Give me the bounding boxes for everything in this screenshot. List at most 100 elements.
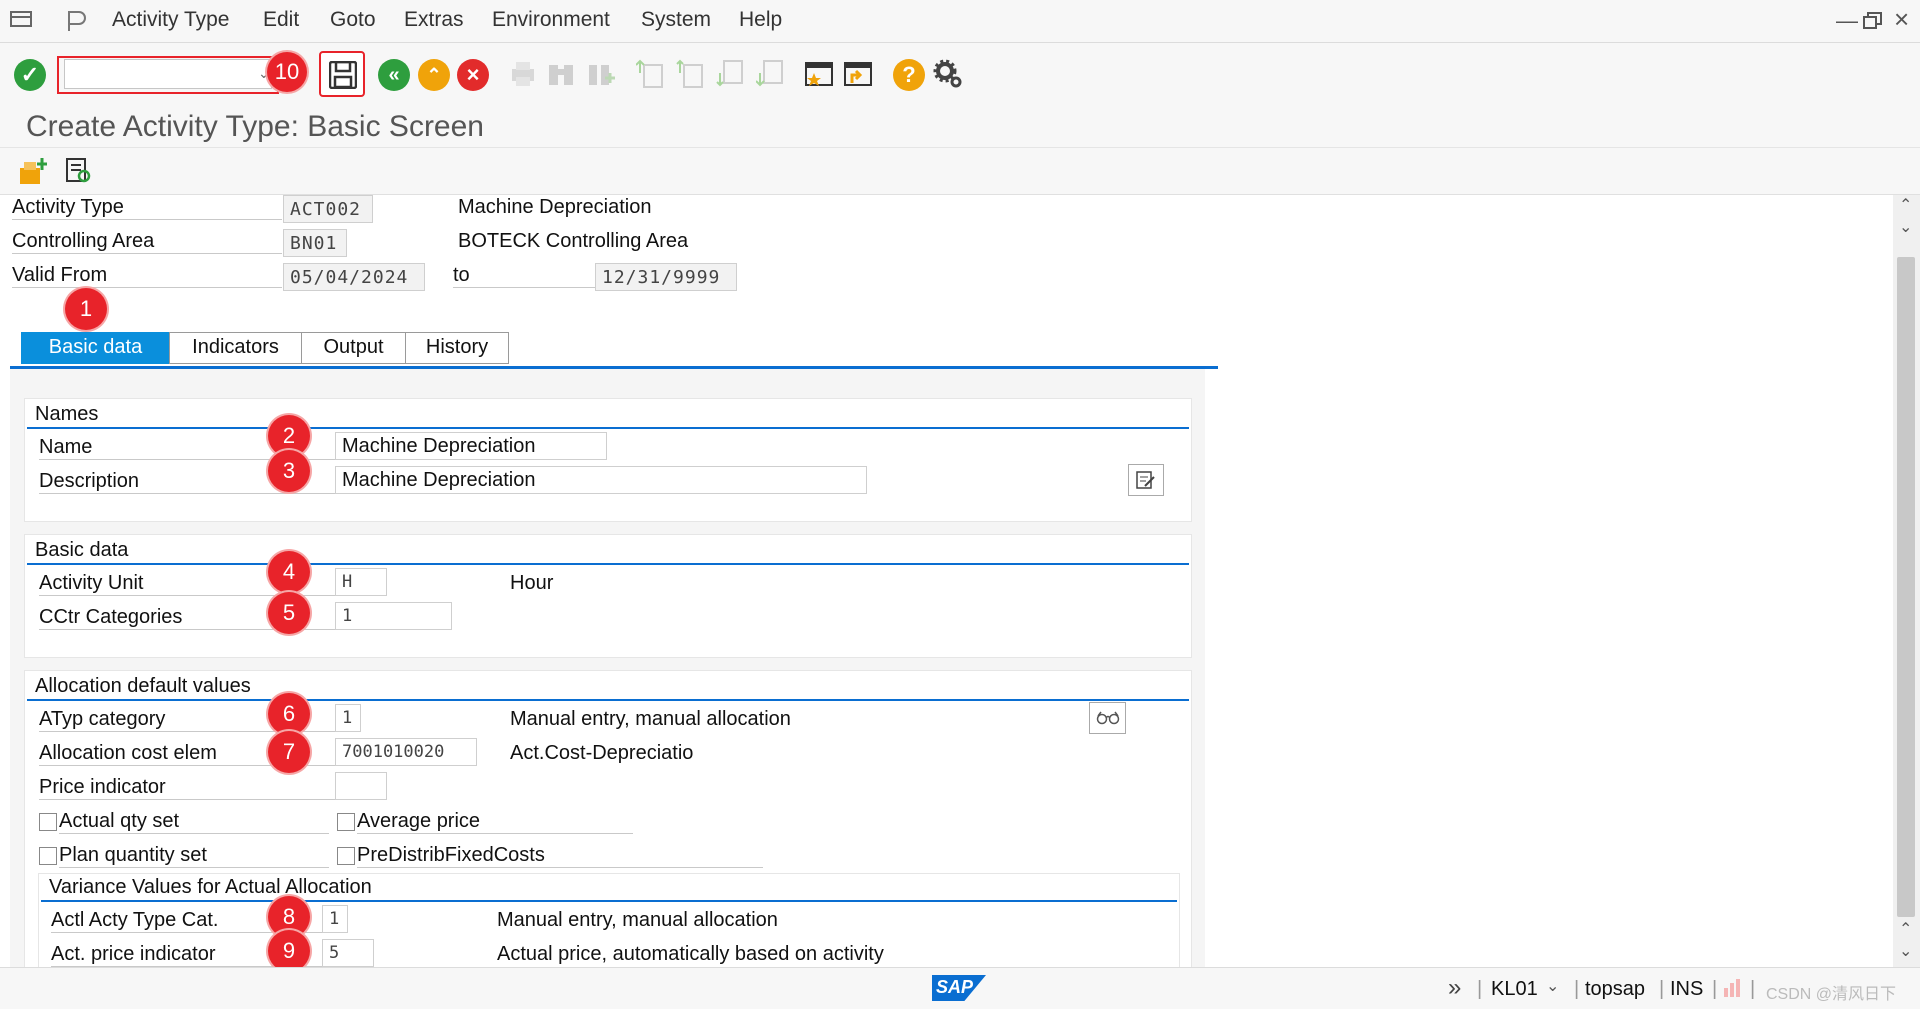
- controlling-area-text: BOTECK Controlling Area: [458, 230, 689, 252]
- parameter-icon[interactable]: [64, 9, 88, 33]
- title-bar: Create Activity Type: Basic Screen: [0, 105, 1920, 148]
- controlling-area-label: Controlling Area: [12, 230, 282, 254]
- average-price-checkbox[interactable]: [337, 813, 355, 831]
- allocation-section: Allocation default values ATyp category …: [24, 670, 1192, 969]
- first-page-icon[interactable]: [636, 59, 666, 89]
- actl-acty-type-cat-text: Manual entry, manual allocation: [497, 909, 778, 931]
- command-field[interactable]: [64, 59, 272, 89]
- display-button[interactable]: [1089, 702, 1126, 734]
- atyp-category-input[interactable]: 1: [335, 704, 361, 732]
- controlling-area-field[interactable]: BN01: [283, 229, 347, 257]
- alloc-cost-elem-text: Act.Cost-Depreciatio: [510, 742, 694, 764]
- variance-section: Variance Values for Actual Allocation Ac…: [38, 873, 1180, 969]
- scroll-down-icon[interactable]: ⌄: [1899, 217, 1912, 237]
- cctr-categories-input[interactable]: 1: [335, 602, 452, 630]
- menu-bar: Activity Type Edit Goto Extras Environme…: [0, 0, 1920, 43]
- menu-activity-type[interactable]: Activity Type: [112, 8, 230, 32]
- scroll-down-icon[interactable]: ⌄: [1899, 941, 1912, 961]
- enter-icon[interactable]: ✓: [14, 59, 46, 91]
- basic-data-section-title: Basic data: [35, 539, 129, 561]
- menu-goto[interactable]: Goto: [330, 8, 376, 32]
- find-icon[interactable]: [546, 59, 576, 89]
- restore-icon[interactable]: [1863, 12, 1883, 30]
- print-icon[interactable]: [508, 59, 538, 89]
- menu-environment[interactable]: Environment: [492, 8, 610, 32]
- tab-indicators[interactable]: Indicators: [169, 332, 302, 364]
- step-badge-9: 9: [268, 930, 310, 972]
- scrollbar-thumb[interactable]: [1897, 257, 1915, 917]
- expand-status-icon[interactable]: »: [1448, 974, 1461, 1002]
- section-divider: [41, 900, 1177, 902]
- close-window-icon[interactable]: ×: [1894, 4, 1909, 35]
- long-text-button[interactable]: [1128, 464, 1164, 496]
- plan-quantity-set-checkbox[interactable]: [39, 847, 57, 865]
- sap-logo: SAP: [932, 975, 986, 1001]
- cancel-icon[interactable]: ×: [457, 59, 489, 91]
- step-badge-4: 4: [268, 551, 310, 593]
- vertical-scrollbar[interactable]: ⌃ ⌄ ⌃ ⌄: [1893, 195, 1920, 967]
- actual-qty-set-label: Actual qty set: [59, 810, 329, 834]
- system-id: KL01: [1491, 978, 1538, 1000]
- menu-edit[interactable]: Edit: [263, 8, 299, 32]
- step-badge-1: 1: [65, 288, 107, 330]
- price-indicator-label: Price indicator: [39, 776, 344, 800]
- scroll-up-icon[interactable]: ⌃: [1899, 195, 1912, 215]
- actl-acty-type-cat-input[interactable]: 1: [322, 905, 348, 933]
- alloc-cost-elem-input[interactable]: 7001010020: [335, 738, 477, 766]
- activity-type-label: Activity Type: [12, 196, 282, 220]
- menu-icon[interactable]: [10, 10, 34, 30]
- next-page-icon[interactable]: [716, 59, 746, 89]
- activity-unit-input[interactable]: H: [335, 568, 387, 596]
- generate-shortcut-icon[interactable]: [843, 59, 873, 89]
- back-icon[interactable]: «: [378, 59, 410, 91]
- section-divider: [27, 699, 1189, 701]
- change-documents-icon[interactable]: [64, 156, 94, 186]
- find-next-icon[interactable]: [586, 59, 616, 89]
- glasses-icon: [1096, 711, 1120, 725]
- menu-system[interactable]: System: [641, 8, 711, 32]
- save-icon: [329, 61, 357, 89]
- server-name: topsap: [1585, 978, 1646, 1000]
- valid-from-label: Valid From: [12, 264, 282, 288]
- activity-type-text: Machine Depreciation: [458, 196, 652, 218]
- settings-gear-icon[interactable]: [932, 58, 964, 90]
- name-input[interactable]: Machine Depreciation: [335, 432, 607, 460]
- act-price-indicator-input[interactable]: 5: [322, 939, 374, 967]
- section-divider: [27, 427, 1189, 429]
- master-data-icon[interactable]: [18, 156, 48, 186]
- previous-page-icon[interactable]: [676, 59, 706, 89]
- standard-toolbar: ✓ ⌄ 10 « ⌃ × ?: [0, 43, 1920, 105]
- predistrib-fixed-costs-label: PreDistribFixedCosts: [357, 844, 763, 868]
- performance-icon: [1724, 979, 1740, 997]
- help-icon[interactable]: ?: [893, 59, 925, 91]
- insert-mode: INS: [1670, 978, 1704, 1000]
- watermark: CSDN @清风日下: [1766, 986, 1897, 1003]
- tab-history[interactable]: History: [405, 332, 509, 364]
- variance-section-title: Variance Values for Actual Allocation: [49, 876, 372, 898]
- save-button[interactable]: [319, 51, 365, 97]
- description-input[interactable]: Machine Depreciation: [335, 466, 867, 494]
- step-badge-10: 10: [267, 52, 307, 92]
- valid-from-field[interactable]: 05/04/2024: [283, 263, 425, 291]
- step-badge-6: 6: [268, 693, 310, 735]
- edit-text-icon: [1136, 471, 1155, 489]
- menu-extras[interactable]: Extras: [404, 8, 464, 32]
- activity-unit-text: Hour: [510, 572, 554, 594]
- tab-output[interactable]: Output: [301, 332, 406, 364]
- activity-type-field[interactable]: ACT002: [283, 195, 373, 223]
- menu-help[interactable]: Help: [739, 8, 782, 32]
- section-divider: [27, 563, 1189, 565]
- atyp-category-text: Manual entry, manual allocation: [510, 708, 791, 730]
- valid-to-field[interactable]: 12/31/9999: [595, 263, 737, 291]
- price-indicator-input[interactable]: [335, 772, 387, 800]
- predistrib-fixed-costs-checkbox[interactable]: [337, 847, 355, 865]
- scroll-up-icon[interactable]: ⌃: [1899, 919, 1912, 939]
- system-dropdown-chevron-icon[interactable]: ⌄: [1546, 976, 1559, 996]
- minimize-icon[interactable]: —: [1836, 8, 1858, 34]
- last-page-icon[interactable]: [756, 59, 786, 89]
- exit-icon[interactable]: ⌃: [418, 59, 450, 91]
- tab-basic-data[interactable]: Basic data: [21, 332, 170, 364]
- actual-qty-set-checkbox[interactable]: [39, 813, 57, 831]
- create-session-icon[interactable]: [804, 59, 834, 89]
- step-badge-7: 7: [268, 731, 310, 773]
